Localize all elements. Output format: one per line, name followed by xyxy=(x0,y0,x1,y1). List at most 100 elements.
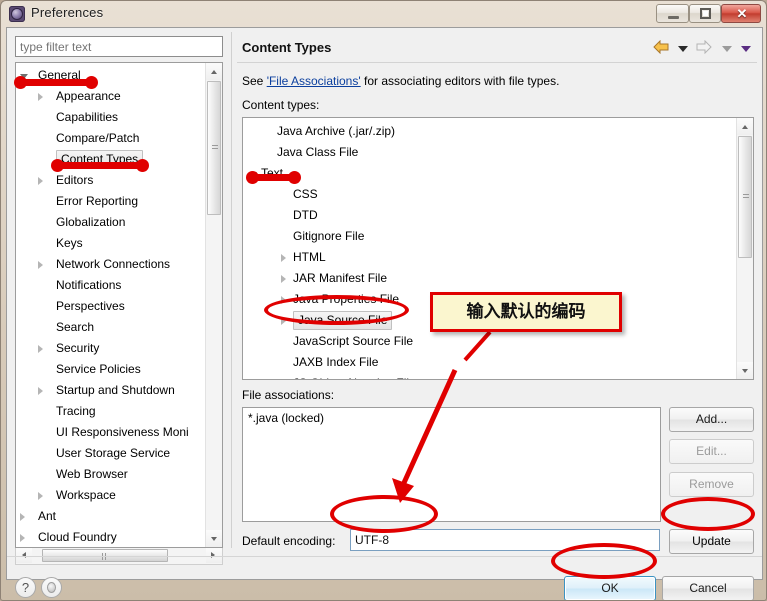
content-type-label: Java Properties File xyxy=(293,292,400,306)
content-type-item[interactable]: JAXB Index File xyxy=(243,352,723,373)
sidebar-item-label: Globalization xyxy=(56,215,126,229)
sidebar-item-label: Ant xyxy=(38,509,57,523)
sidebar-item-error-reporting[interactable]: Error Reporting xyxy=(16,191,206,212)
expander-closed-icon[interactable] xyxy=(38,492,43,500)
sidebar-item-security[interactable]: Security xyxy=(16,338,206,359)
page-title: Content Types xyxy=(242,40,332,55)
sidebar-item-perspectives[interactable]: Perspectives xyxy=(16,296,206,317)
content-type-item[interactable]: Java Source File xyxy=(243,310,723,331)
content-type-item[interactable]: JAR Manifest File xyxy=(243,268,723,289)
sidebar-item-label: Appearance xyxy=(56,89,121,103)
sidebar-item-keys[interactable]: Keys xyxy=(16,233,206,254)
content-type-item[interactable]: Text xyxy=(243,163,723,184)
sidebar-item-notifications[interactable]: Notifications xyxy=(16,275,206,296)
sidebar-item-capabilities[interactable]: Capabilities xyxy=(16,107,206,128)
back-arrow-icon[interactable] xyxy=(652,39,669,57)
cancel-button[interactable]: Cancel xyxy=(662,576,754,600)
file-associations-list[interactable]: *.java (locked) xyxy=(242,407,661,522)
expander-closed-icon[interactable] xyxy=(20,513,25,521)
maximize-button[interactable] xyxy=(689,4,721,23)
expander-closed-icon[interactable] xyxy=(20,534,25,542)
content-types-label: Content types: xyxy=(242,98,320,112)
sidebar-item-label: Capabilities xyxy=(56,110,119,124)
restore-defaults-icon[interactable] xyxy=(41,577,62,598)
sidebar-item-label: Compare/Patch xyxy=(56,131,140,145)
sidebar-item-workspace[interactable]: Workspace xyxy=(16,485,206,506)
expander-closed-icon[interactable] xyxy=(281,296,286,304)
ok-button[interactable]: OK xyxy=(564,576,656,600)
view-menu-chevron-down-icon[interactable] xyxy=(741,45,751,52)
file-associations-link[interactable]: 'File Associations' xyxy=(267,74,361,88)
scroll-down-icon[interactable] xyxy=(206,530,222,547)
sidebar-item-label: General xyxy=(38,68,81,82)
filter-input[interactable] xyxy=(15,36,223,57)
expander-closed-icon[interactable] xyxy=(38,387,43,395)
scroll-up-icon[interactable] xyxy=(206,63,222,80)
expander-open-icon[interactable] xyxy=(20,74,28,79)
minimize-button[interactable] xyxy=(656,4,689,23)
scroll-down-icon[interactable] xyxy=(737,362,753,379)
sidebar-item-editors[interactable]: Editors xyxy=(16,170,206,191)
expander-closed-icon[interactable] xyxy=(38,177,43,185)
sidebar-item-content-types[interactable]: Content Types xyxy=(16,149,206,170)
expander-closed-icon[interactable] xyxy=(281,317,286,325)
close-button[interactable]: ✕ xyxy=(721,4,761,23)
content-type-item[interactable]: HTML xyxy=(243,247,723,268)
footer-separator xyxy=(7,556,762,557)
content-type-item[interactable]: CSS xyxy=(243,184,723,205)
preferences-tree[interactable]: General Appearance Capabilities Compare/Pat… xyxy=(15,62,223,548)
content-type-label: JAXB Index File xyxy=(293,355,379,369)
back-history-chevron-down-icon[interactable] xyxy=(677,45,688,52)
content-type-label: JAR Manifest File xyxy=(293,271,388,285)
content-type-item[interactable]: JavaScript Source File xyxy=(243,331,723,352)
sidebar-item-label: Tracing xyxy=(56,404,96,418)
sidebar-item-ant[interactable]: Ant xyxy=(16,506,206,527)
content-type-label: HTML xyxy=(293,250,326,264)
preferences-window: Preferences ✕ General Appearance Capabilit… xyxy=(0,0,767,601)
content-types-vertical-scrollbar[interactable] xyxy=(736,118,753,379)
sidebar-item-search[interactable]: Search xyxy=(16,317,206,338)
expander-closed-icon[interactable] xyxy=(38,93,43,101)
content-types-tree[interactable]: Java Archive (.jar/.zip) Java Class File T… xyxy=(242,117,754,380)
content-type-item[interactable]: Java Properties File xyxy=(243,289,723,310)
content-type-item[interactable]: DTD xyxy=(243,205,723,226)
expander-closed-icon[interactable] xyxy=(38,261,43,269)
scrollbar-thumb[interactable] xyxy=(207,81,221,215)
content-types-page: Content Types See 'File Associations' fo… xyxy=(237,32,757,554)
preferences-gear-icon xyxy=(9,6,25,22)
content-type-item[interactable]: JS Object Notation File xyxy=(243,373,723,379)
forward-arrow-icon xyxy=(696,39,713,57)
content-type-item[interactable]: Java Archive (.jar/.zip) xyxy=(243,121,723,142)
sidebar-item-startup-and-shutdown[interactable]: Startup and Shutdown xyxy=(16,380,206,401)
scroll-up-icon[interactable] xyxy=(737,118,753,135)
scrollbar-thumb[interactable] xyxy=(738,136,752,258)
update-button[interactable]: Update xyxy=(669,529,754,554)
sidebar-item-label: Workspace xyxy=(56,488,116,502)
description-line: See 'File Associations' for associating … xyxy=(242,74,559,88)
default-encoding-input[interactable] xyxy=(350,529,660,551)
sidebar-item-general[interactable]: General xyxy=(16,65,206,86)
question-mark-icon[interactable]: ? xyxy=(15,577,36,598)
page-navigation-toolbar xyxy=(648,39,751,58)
sidebar-item-user-storage-service[interactable]: User Storage Service xyxy=(16,443,206,464)
expander-closed-icon[interactable] xyxy=(281,254,286,262)
expander-closed-icon[interactable] xyxy=(38,345,43,353)
content-type-item[interactable]: Java Class File xyxy=(243,142,723,163)
tree-vertical-scrollbar[interactable] xyxy=(205,63,222,547)
sidebar-item-appearance[interactable]: Appearance xyxy=(16,86,206,107)
sidebar-item-web-browser[interactable]: Web Browser xyxy=(16,464,206,485)
sidebar-item-tracing[interactable]: Tracing xyxy=(16,401,206,422)
description-prefix: See xyxy=(242,74,267,88)
sidebar-item-network-connections[interactable]: Network Connections xyxy=(16,254,206,275)
sidebar-item-compare-patch[interactable]: Compare/Patch xyxy=(16,128,206,149)
sidebar-item-service-policies[interactable]: Service Policies xyxy=(16,359,206,380)
edit-button: Edit... xyxy=(669,439,754,464)
expander-closed-icon[interactable] xyxy=(281,275,286,283)
content-type-item[interactable]: Gitignore File xyxy=(243,226,723,247)
sidebar-item-cloud-foundry[interactable]: Cloud Foundry xyxy=(16,527,206,547)
sidebar-item-globalization[interactable]: Globalization xyxy=(16,212,206,233)
list-item[interactable]: *.java (locked) xyxy=(248,411,655,425)
add-button[interactable]: Add... xyxy=(669,407,754,432)
expander-open-icon[interactable] xyxy=(249,172,257,177)
sidebar-item-ui-responsiveness-moni[interactable]: UI Responsiveness Moni xyxy=(16,422,206,443)
